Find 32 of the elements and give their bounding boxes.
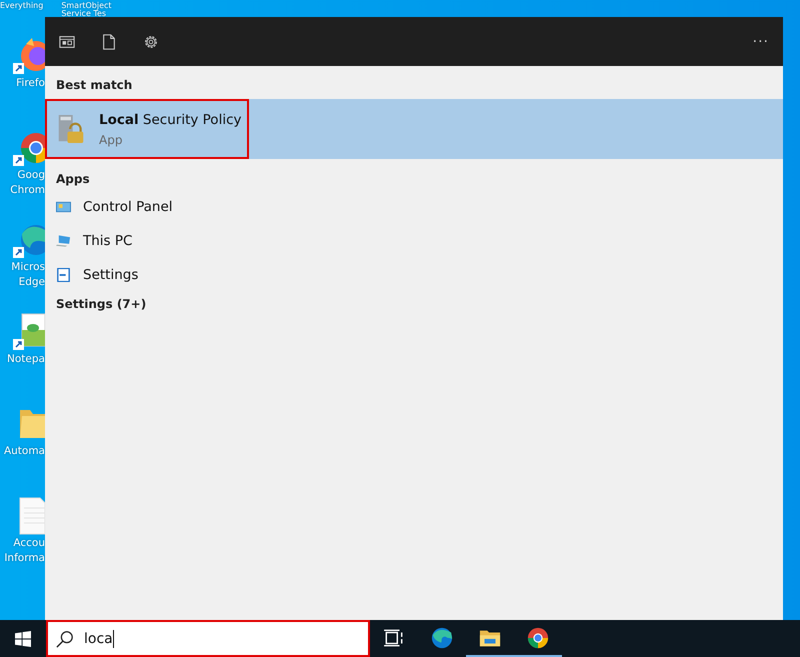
result-title: Local Security Policy <box>99 112 242 128</box>
settings-icon[interactable] <box>143 34 159 50</box>
windows-start-icon[interactable] <box>15 630 31 646</box>
app-result[interactable]: Control Panel <box>45 190 783 224</box>
section-heading: Best match <box>55 77 134 94</box>
desktop-icon-label: Accou Informa <box>3 536 45 566</box>
server-lock-icon <box>57 112 85 146</box>
result-type: App <box>99 132 124 146</box>
desktop-icon-label: Everything <box>0 1 44 12</box>
more-button[interactable]: ··· <box>752 34 769 50</box>
apps-filter-icon[interactable] <box>59 34 75 50</box>
desktop-icon-label: Firefo <box>15 76 45 91</box>
search-field[interactable]: loca <box>46 620 370 657</box>
app-result[interactable]: Settings <box>45 258 783 292</box>
computer-icon <box>56 234 71 248</box>
desktop-icon-label: SmartObject Service Tes <box>61 1 112 18</box>
browser-icon <box>431 626 453 648</box>
section-heading: Apps <box>55 171 91 188</box>
browser-icon <box>527 626 549 648</box>
best-match-result[interactable]: Local Security Policy App <box>45 99 783 159</box>
document-icon[interactable] <box>101 34 117 50</box>
desktop-icon-label: Automa <box>2 444 45 459</box>
task-view-icon <box>383 626 405 648</box>
settings-app-icon <box>56 268 71 282</box>
section-heading: Settings (7+) <box>55 296 148 313</box>
search-icon <box>56 630 74 648</box>
app-result[interactable]: This PC <box>45 224 783 258</box>
desktop-icon-label: Micros Edge <box>10 260 45 290</box>
desktop-icon-label: Notepa <box>6 352 45 367</box>
control-panel-icon <box>56 200 71 214</box>
desktop-icon-label: Goog Chrom <box>9 168 45 198</box>
search-text: loca <box>84 630 113 646</box>
